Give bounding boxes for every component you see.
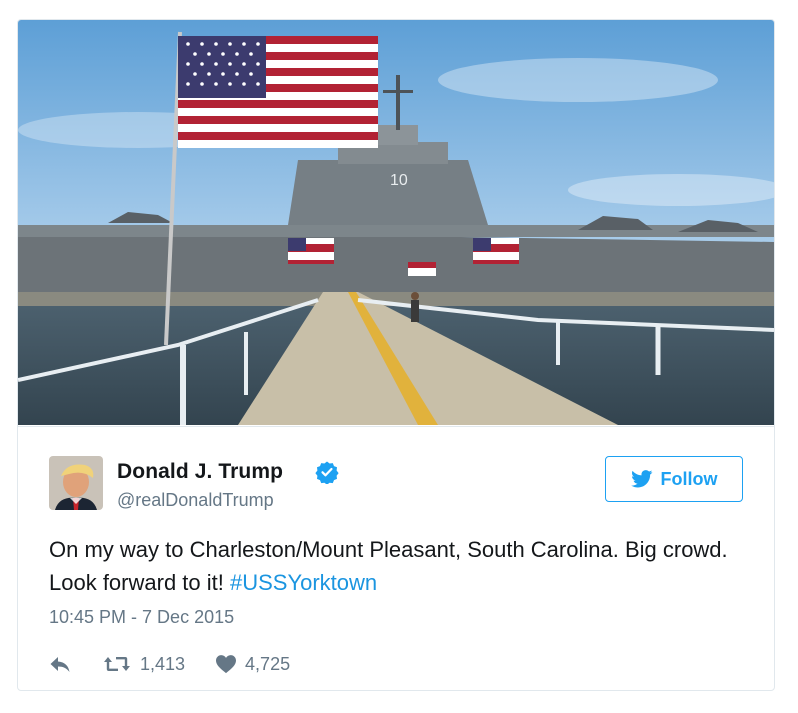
- hashtag-link[interactable]: #USSYorktown: [230, 570, 377, 595]
- follow-button[interactable]: Follow: [605, 456, 743, 502]
- tweet-body: Donald J. Trump @realDonaldTrump Follow …: [18, 426, 774, 690]
- tweet-text-main: On my way to Charleston/Mount Pleasant, …: [49, 537, 728, 595]
- handle[interactable]: @realDonaldTrump: [117, 490, 274, 511]
- verified-badge-icon: [315, 461, 339, 484]
- like-button[interactable]: 4,725: [215, 654, 290, 675]
- display-name[interactable]: Donald J. Trump: [117, 460, 283, 484]
- reply-button[interactable]: [49, 655, 71, 673]
- retweet-count: 1,413: [140, 653, 186, 674]
- like-count: 4,725: [245, 653, 291, 674]
- heart-icon: [216, 655, 237, 674]
- twitter-bird-icon: [630, 470, 652, 488]
- tweet-actions: 1,413 4,725: [49, 651, 290, 677]
- tweet-text: On my way to Charleston/Mount Pleasant, …: [49, 533, 749, 599]
- retweet-button[interactable]: 1,413: [103, 654, 185, 675]
- tweet-photo[interactable]: 10: [18, 20, 774, 425]
- reply-icon: [50, 657, 70, 672]
- follow-label: Follow: [660, 468, 718, 489]
- tweet-card: 10 Donald J. Trump @realDonaldTrump Foll…: [17, 19, 775, 691]
- retweet-icon: [104, 657, 130, 671]
- hull-number: 10: [390, 172, 408, 189]
- avatar[interactable]: [49, 456, 103, 510]
- timestamp[interactable]: 10:45 PM - 7 Dec 2015: [49, 607, 234, 628]
